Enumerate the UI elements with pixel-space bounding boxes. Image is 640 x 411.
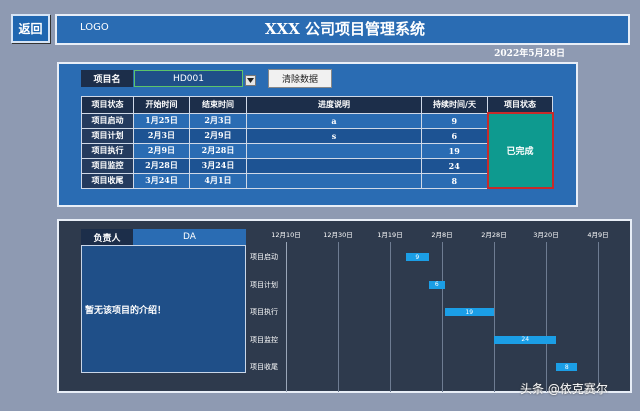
gridline [494,242,495,392]
x-tick-label: 2月28日 [481,231,507,239]
logo: LOGO [80,22,109,33]
note-cell[interactable]: s [246,127,422,144]
chevron-down-icon [247,78,254,83]
days-cell: 9 [421,112,488,129]
project-name-select[interactable]: HD001 [134,70,243,87]
header-note: 进度说明 [246,96,422,114]
days-cell: 8 [421,172,488,189]
task-label: 项目执行 [250,308,278,316]
table-row: 项目监控 2月28日 3月24日 24 [81,157,553,174]
header-end: 结束时间 [189,96,247,114]
start-cell[interactable]: 2月9日 [133,142,190,159]
end-cell[interactable]: 4月1日 [189,172,247,189]
dropdown-button[interactable] [245,75,256,86]
task-label: 项目计划 [250,280,278,289]
stage-cell: 项目执行 [81,142,134,159]
task-label: 项目收尾 [250,363,278,371]
table-row: 项目收尾 3月24日 4月1日 8 [81,172,553,189]
stage-cell: 项目启动 [81,112,134,129]
days-cell: 19 [421,142,488,159]
stage-cell: 项目收尾 [81,172,134,189]
x-tick-label: 1月19日 [377,231,403,239]
note-cell[interactable] [246,142,422,159]
gantt-chart: 12月10日 12月30日 1月19日 2月8日 2月28日 3月20日 4月9日项目启动 9… [248,222,628,392]
task-label: 项目启动 [250,253,278,261]
note-cell[interactable] [246,157,422,174]
progress-table: 项目状态 开始时间 结束时间 进度说明 持续时间/天 项目状态 项目启动 1月2… [81,96,554,189]
start-cell[interactable]: 3月24日 [133,172,190,189]
gridline [286,242,287,392]
table-row: 项目执行 2月9日 2月28日 19 [81,142,553,159]
header-start: 开始时间 [133,96,190,114]
gantt-bar: 6 [429,280,445,289]
gantt-bar: 9 [405,253,429,261]
stage-cell: 项目监控 [81,157,134,174]
date-display: 2022年5月28日 [494,49,565,59]
table-row: 项目启动 1月25日 2月3日 a 9 已完成 [81,112,554,189]
days-cell: 24 [421,157,488,174]
start-cell[interactable]: 2月3日 [133,127,190,144]
start-cell[interactable]: 1月25日 [133,112,190,129]
x-tick-label: 12月10日 [271,231,301,239]
watermark: 头条 @依克赛尔 [520,382,608,396]
page-title: XXX 公司项目管理系统 [264,20,426,38]
note-cell[interactable]: a [246,112,422,129]
clear-data-button[interactable]: 清除数据 [268,69,332,88]
x-tick-label: 2月8日 [431,231,453,239]
gantt-bar: 19 [444,308,494,316]
gantt-bar: 8 [556,363,578,371]
gridline [598,242,599,392]
back-button[interactable]: 返回 [11,14,50,43]
x-tick-label: 4月9日 [587,231,609,239]
end-cell[interactable]: 2月9日 [189,127,247,144]
header-stage: 项目状态 [81,96,134,114]
x-tick-label: 12月30日 [323,231,353,239]
header-days: 持续时间/天 [421,96,488,114]
gridline [546,242,547,392]
gridline [338,242,339,392]
owner-value[interactable]: DA [133,229,246,245]
task-label: 项目监控 [250,335,278,344]
end-cell[interactable]: 2月28日 [189,142,247,159]
table-header-row: 项目状态 开始时间 结束时间 进度说明 持续时间/天 项目状态 [81,96,553,114]
project-name-label: 项目名 [81,70,133,87]
x-tick-label: 3月20日 [533,231,559,239]
table-row: 项目计划 2月3日 2月9日 s 6 [81,127,553,144]
gridline [390,242,391,392]
status-badge: 已完成 [486,112,554,189]
gridline [442,242,443,392]
owner-label: 负责人 [81,229,133,245]
header-status: 项目状态 [487,96,553,114]
note-cell[interactable] [246,172,422,189]
end-cell[interactable]: 3月24日 [189,157,247,174]
days-cell: 6 [421,127,488,144]
gantt-bar: 24 [494,335,557,344]
stage-cell: 项目计划 [81,127,134,144]
start-cell[interactable]: 2月28日 [133,157,190,174]
end-cell[interactable]: 2月3日 [189,112,247,129]
project-intro: 暂无该项目的介绍！ [81,245,246,373]
